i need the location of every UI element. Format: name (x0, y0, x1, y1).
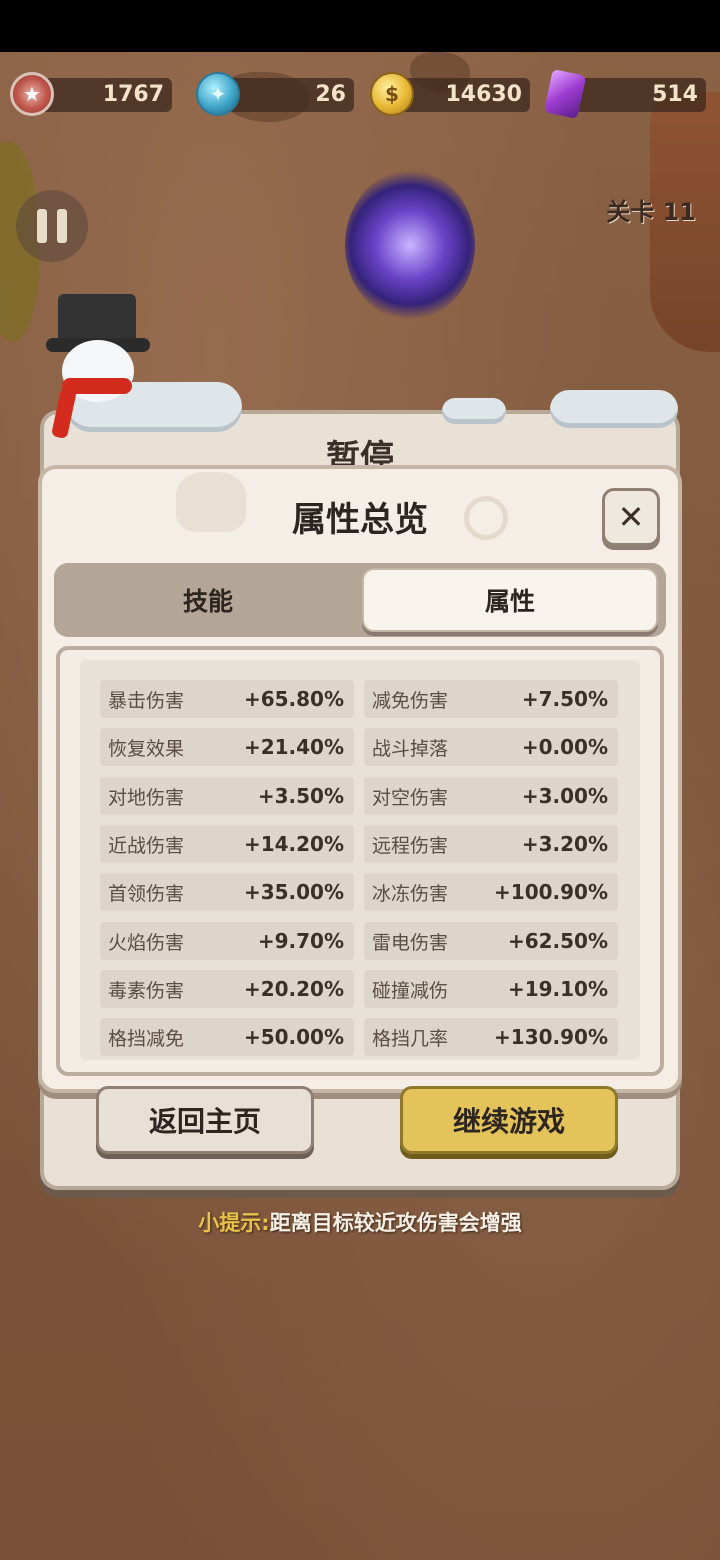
pause-icon (37, 209, 47, 243)
stat-row: 火焰伤害 +9.70% (100, 922, 354, 960)
return-home-button[interactable]: 返回主页 (96, 1086, 314, 1154)
medal-icon: ★ (10, 72, 54, 116)
stat-row: 近战伤害 +14.20% (100, 825, 354, 863)
pause-button[interactable] (16, 190, 88, 262)
stat-row: 毒素伤害 +20.20% (100, 970, 354, 1008)
portal-effect (345, 170, 475, 320)
tip-content: 距离目标较近攻伤害会增强 (269, 1211, 522, 1235)
gem-icon: ✦ (196, 72, 240, 116)
stat-row: 碰撞减伤 +19.10% (364, 970, 618, 1008)
stat-row: 雷电伤害 +62.50% (364, 922, 618, 960)
stat-row: 减免伤害 +7.50% (364, 680, 618, 718)
stat-row: 远程伤害 +3.20% (364, 825, 618, 863)
tab-attributes[interactable]: 属性 (362, 568, 658, 632)
status-bar (0, 0, 720, 52)
stat-row: 战斗掉落 +0.00% (364, 728, 618, 766)
tab-skill[interactable]: 技能 (60, 568, 356, 632)
crystal-counter: 514 (566, 78, 706, 112)
tip-label: 小提示: (198, 1211, 270, 1235)
close-icon: ✕ (617, 498, 645, 536)
continue-game-button[interactable]: 继续游戏 (400, 1086, 618, 1154)
stat-row: 对空伤害 +3.00% (364, 777, 618, 815)
medal-counter: 1767 (34, 78, 172, 112)
level-label: 关卡 11 (606, 198, 696, 226)
stat-row: 格挡减免 +50.00% (100, 1018, 354, 1056)
stat-row: 对地伤害 +3.50% (100, 777, 354, 815)
close-button[interactable]: ✕ (602, 488, 660, 546)
coin-icon: $ (370, 72, 414, 116)
stat-row: 首领伤害 +35.00% (100, 873, 354, 911)
stat-row: 冰冻伤害 +100.90% (364, 873, 618, 911)
stat-row: 恢复效果 +21.40% (100, 728, 354, 766)
tip-text: 小提示:距离目标较近攻伤害会增强 (0, 1207, 720, 1237)
stat-row: 格挡几率 +130.90% (364, 1018, 618, 1056)
stat-row: 暴击伤害 +65.80% (100, 680, 354, 718)
